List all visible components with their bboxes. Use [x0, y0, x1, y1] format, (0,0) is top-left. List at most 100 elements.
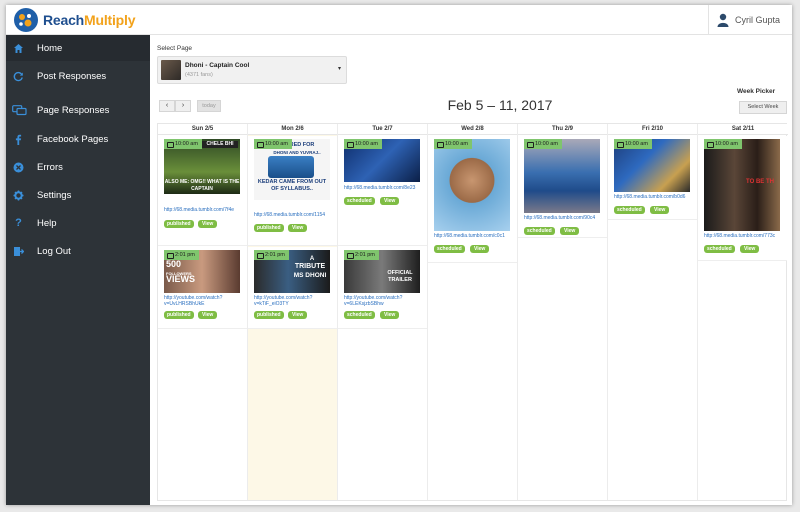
sidebar-item-label: Log Out [37, 245, 71, 257]
post-card[interactable]: 10:00 am http://68.media.tumblr.com/b0d6… [608, 136, 697, 220]
post-time: 10:00 am [434, 139, 472, 149]
day-header: Tue 2/7 [338, 124, 427, 135]
page-name: Dhoni - Captain Cool [185, 62, 250, 69]
status-badge: published [254, 224, 284, 232]
post-time: 10:00 am [614, 139, 652, 149]
post-image[interactable]: 10:00 am TO BE TH [704, 139, 780, 231]
day-header: Sat 2/11 [698, 124, 788, 135]
error-icon [13, 162, 24, 173]
post-time: 2:01 pm [344, 250, 379, 260]
brand-name: ReachMultiply [43, 12, 136, 28]
post-card[interactable]: 10:00 am http://68.media.tumblr.com/8e23… [338, 136, 427, 246]
view-button[interactable]: View [288, 224, 308, 232]
user-menu[interactable]: Cyril Gupta [708, 5, 792, 35]
sidebar-item-help[interactable]: ? Help [6, 210, 150, 236]
view-button[interactable]: View [198, 220, 218, 228]
status-badge: scheduled [434, 245, 465, 253]
day-header: Mon 2/6 [248, 124, 337, 135]
view-button[interactable]: View [380, 197, 400, 205]
view-button[interactable]: View [650, 206, 670, 214]
post-image[interactable]: 10:00 am [524, 139, 600, 213]
sidebar-item-label: Settings [37, 189, 72, 201]
sidebar-item-log-out[interactable]: Log Out [6, 238, 150, 264]
view-button[interactable]: View [198, 311, 218, 319]
day-column-thu: Thu 2/9 10:00 am http://68.media.tumblr.… [518, 124, 608, 500]
gear-icon [13, 190, 24, 201]
post-time: 10:00 am [254, 139, 292, 149]
post-image[interactable]: 10:00 am [614, 139, 690, 192]
day-column-mon: Mon 2/6 10:00 am RED FOR DHONI AND YUVRA… [248, 124, 338, 500]
select-page-label: Select Page [157, 45, 193, 52]
post-time: 2:01 pm [254, 250, 289, 260]
post-card[interactable]: 2:01 pm OFFICIAL TRAILER http://youtube.… [338, 247, 427, 329]
main-content: Select Page Dhoni - Captain Cool (4371 f… [150, 35, 792, 505]
post-image[interactable]: 10:00 am [434, 139, 510, 231]
day-header: Thu 2/9 [518, 124, 607, 135]
chat-icon [12, 104, 27, 116]
caret-down-icon: ▾ [337, 66, 341, 72]
prev-week-button[interactable]: ‹ [159, 100, 175, 112]
post-time: 10:00 am [524, 139, 562, 149]
sidebar-item-label: Home [37, 42, 63, 54]
page-avatar [161, 60, 181, 80]
post-link[interactable]: http://68.media.tumblr.com/90c4 [524, 215, 606, 221]
post-card[interactable]: 10:00 am CHELE BHI ALSO ME: OMG!! WHAT I… [158, 136, 247, 246]
user-icon [717, 13, 729, 27]
page-select-dropdown[interactable]: Dhoni - Captain Cool (4371 fans) ▾ [157, 56, 347, 84]
status-badge: published [164, 220, 194, 228]
sidebar-item-label: Facebook Pages [37, 133, 109, 145]
post-link[interactable]: http://68.media.tumblr.com/1154 [254, 212, 336, 218]
home-icon [13, 43, 24, 54]
sidebar-item-settings[interactable]: Settings [6, 182, 150, 208]
post-image[interactable]: 10:00 am CHELE BHI ALSO ME: OMG!! WHAT I… [164, 139, 240, 194]
day-header: Fri 2/10 [608, 124, 697, 135]
post-image[interactable]: 2:01 pm OFFICIAL TRAILER [344, 250, 420, 293]
sidebar-item-facebook-pages[interactable]: Facebook Pages [6, 126, 150, 152]
today-button[interactable]: today [197, 100, 221, 112]
post-link[interactable]: http://68.media.tumblr.com/b0d6 [614, 194, 696, 200]
post-link[interactable]: v=kTiF_eiO3TY [254, 301, 336, 307]
post-card[interactable]: 2:01 pm 500 FOLLOWERS VIEWS http://youtu… [158, 247, 247, 329]
post-card[interactable]: 10:00 am TO BE TH http://68.media.tumblr… [698, 136, 787, 261]
sidebar-item-errors[interactable]: Errors [6, 154, 150, 180]
sidebar-item-page-responses[interactable]: Page Responses [6, 97, 150, 123]
user-name: Cyril Gupta [735, 15, 781, 25]
logout-icon [13, 246, 25, 257]
view-button[interactable]: View [380, 311, 400, 319]
day-column-wed: Wed 2/8 10:00 am http://68.media.tumblr.… [428, 124, 518, 500]
day-header: Sun 2/5 [158, 124, 247, 135]
view-button[interactable]: View [560, 227, 580, 235]
top-bar: ReachMultiply Cyril Gupta [6, 5, 792, 35]
sidebar-item-label: Errors [37, 161, 63, 173]
sidebar-item-home[interactable]: Home [6, 35, 150, 61]
post-time: 10:00 am [704, 139, 742, 149]
status-badge: scheduled [524, 227, 555, 235]
post-link[interactable]: http://68.media.tumblr.com/8e23 [344, 185, 426, 191]
post-link[interactable]: v=UvLHRSBhUkE [164, 301, 246, 307]
day-column-sat: Sat 2/11 10:00 am TO BE TH http://68.med… [698, 124, 788, 500]
post-card[interactable]: 10:00 am http://68.media.tumblr.com/c0c1… [428, 136, 517, 263]
post-image[interactable]: 10:00 am [344, 139, 420, 182]
view-button[interactable]: View [470, 245, 490, 253]
status-badge: published [254, 311, 284, 319]
select-week-button[interactable]: Select Week [739, 101, 787, 114]
post-image[interactable]: 2:01 pm A TRIBUTE MS DHONI [254, 250, 330, 293]
view-button[interactable]: View [740, 245, 760, 253]
post-card[interactable]: 10:00 am http://68.media.tumblr.com/90c4… [518, 136, 607, 238]
post-card[interactable]: 10:00 am RED FOR DHONI AND YUVRAJ.. KEDA… [248, 136, 337, 246]
post-link[interactable]: http://68.media.tumblr.com/773c [704, 233, 786, 239]
brand-logo[interactable]: ReachMultiply [14, 8, 136, 32]
sidebar-item-label: Help [37, 217, 57, 229]
post-link[interactable]: http://68.media.tumblr.com/c0c1 [434, 233, 516, 239]
day-column-sun: Sun 2/5 10:00 am CHELE BHI ALSO ME: OMG!… [158, 124, 248, 500]
post-link[interactable]: v=6LEKsjzbSBhw [344, 301, 426, 307]
facebook-icon [13, 134, 24, 145]
logo-icon [14, 8, 38, 32]
next-week-button[interactable]: › [175, 100, 191, 112]
post-image[interactable]: 10:00 am RED FOR DHONI AND YUVRAJ.. KEDA… [254, 139, 330, 200]
post-link[interactable]: http://68.media.tumblr.com/7f4e [164, 207, 246, 213]
view-button[interactable]: View [288, 311, 308, 319]
post-card[interactable]: 2:01 pm A TRIBUTE MS DHONI http://youtub… [248, 247, 337, 329]
sidebar-item-post-responses[interactable]: Post Responses [6, 63, 150, 89]
post-image[interactable]: 2:01 pm 500 FOLLOWERS VIEWS [164, 250, 240, 293]
